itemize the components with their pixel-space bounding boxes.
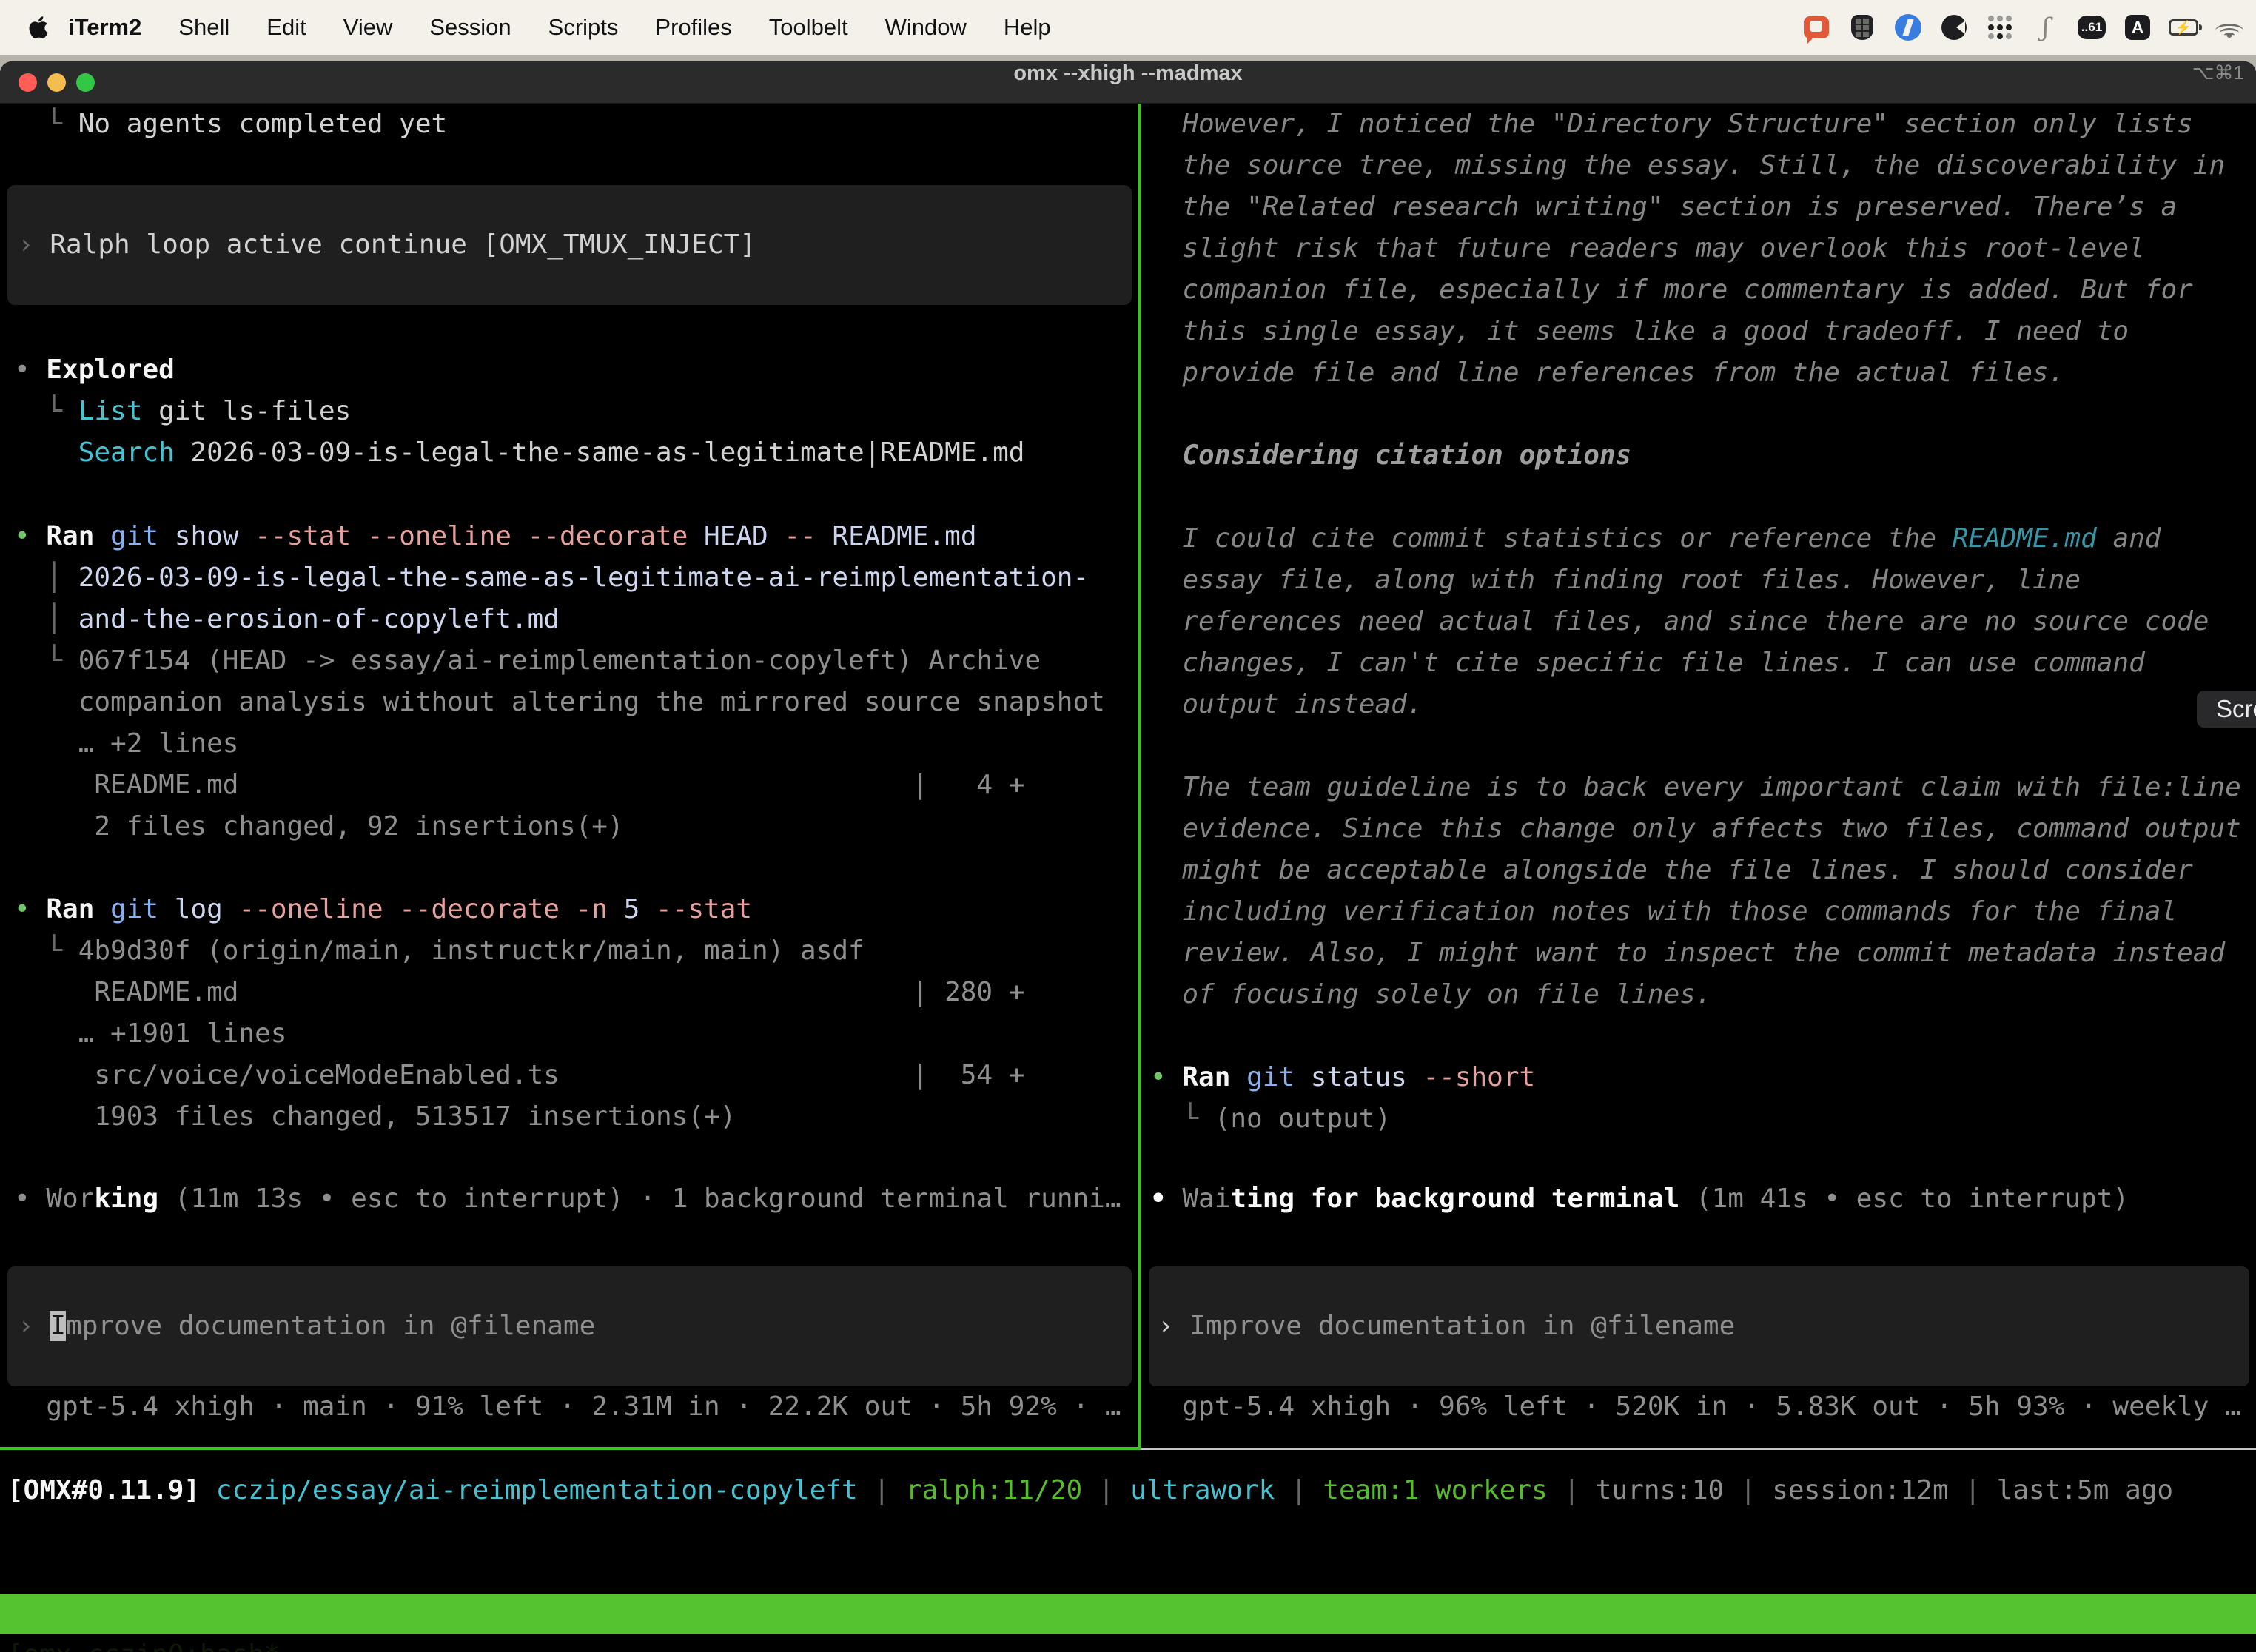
git-log-output-commit: └ 4b9d30f (origin/main, instructkr/main,… bbox=[14, 930, 1138, 972]
reasoning-para3-line4: including verification notes with those … bbox=[1150, 891, 2256, 933]
apple-menu[interactable] bbox=[0, 15, 68, 40]
bolt-circle-icon[interactable] bbox=[1893, 13, 1923, 42]
reasoning-para1-line4: slight risk that future readers may over… bbox=[1150, 228, 2256, 269]
tmux-session-window-label: [omx-cczip0:bash* bbox=[7, 1634, 280, 1652]
right-prompt-input[interactable]: › Improve documentation in @filename bbox=[1149, 1266, 2249, 1386]
git-show-output-msg: companion analysis without altering the … bbox=[14, 682, 1138, 723]
window-shortcut-badge: ⌥⌘1 bbox=[2192, 61, 2244, 84]
git-show-stat-summary: 2 files changed, 92 insertions(+) bbox=[14, 806, 1138, 847]
window-title: omx --xhigh --madmax bbox=[0, 61, 2256, 86]
right-agent-pane[interactable]: However, I noticed the "Directory Struct… bbox=[1141, 104, 2256, 1447]
menu-item-scripts[interactable]: Scripts bbox=[530, 14, 637, 41]
git-log-more-lines: … +1901 lines bbox=[14, 1013, 1138, 1055]
apple-icon bbox=[28, 15, 49, 40]
screen-overlay-button[interactable]: Scre bbox=[2197, 691, 2256, 728]
omx-status-line: [OMX#0.11.9] cczip/essay/ai-reimplementa… bbox=[7, 1470, 2173, 1511]
iterm2-window: omx --xhigh --madmax ⌥⌘1 └ No agents com… bbox=[0, 61, 2256, 1652]
reasoning-para3-line5: review. Also, I might want to inspect th… bbox=[1150, 933, 2256, 974]
reasoning-para3-line2: evidence. Since this change only affects… bbox=[1150, 808, 2256, 850]
menu-item-window[interactable]: Window bbox=[867, 14, 985, 41]
left-no-agents-line: └ No agents completed yet bbox=[14, 104, 1138, 145]
git-show-output-commit: └ 067f154 (HEAD -> essay/ai-reimplementa… bbox=[14, 640, 1138, 682]
text-replacement-a-icon[interactable]: A bbox=[2123, 13, 2152, 42]
reasoning-para2-line1: I could cite commit statistics or refere… bbox=[1150, 518, 2256, 560]
explored-list-line: └ List git ls-files bbox=[14, 391, 1138, 432]
title-bar[interactable]: omx --xhigh --madmax ⌥⌘1 bbox=[0, 61, 2256, 104]
left-model-status-line: gpt-5.4 xhigh · main · 91% left · 2.31M … bbox=[14, 1386, 1138, 1428]
git-log-stat-voice: src/voice/voiceModeEnabled.ts | 54 + bbox=[14, 1055, 1138, 1096]
ralph-loop-prompt: › Ralph loop active continue [OMX_TMUX_I… bbox=[18, 224, 1132, 266]
ran-git-status-command: • Ran git status --short bbox=[1150, 1057, 2256, 1098]
git-show-arg-line-2: │ and-the-erosion-of-copyleft.md bbox=[14, 599, 1138, 640]
right-prompt-text: › Improve documentation in @filename bbox=[1158, 1306, 2249, 1347]
ran-git-log-command: • Ran git log --oneline --decorate -n 5 … bbox=[14, 889, 1138, 930]
left-prompt-input[interactable]: › Improve documentation in @filename bbox=[7, 1266, 1132, 1386]
menu-item-toolbelt[interactable]: Toolbelt bbox=[751, 14, 867, 41]
git-show-stat-readme: README.md | 4 + bbox=[14, 765, 1138, 806]
menu-items: iTerm2 Shell Edit View Session Scripts P… bbox=[0, 14, 1070, 41]
reasoning-para1-line5: companion file, especially if more comme… bbox=[1150, 269, 2256, 311]
git-show-more-lines: … +2 lines bbox=[14, 723, 1138, 765]
right-model-status-line: gpt-5.4 xhigh · 96% left · 520K in · 5.8… bbox=[1150, 1386, 2256, 1428]
menu-item-profiles[interactable]: Profiles bbox=[637, 14, 750, 41]
menu-item-help[interactable]: Help bbox=[985, 14, 1070, 41]
reasoning-para1-line3: the "Related research writing" section i… bbox=[1150, 187, 2256, 228]
hook-icon[interactable]: ʃ bbox=[2031, 13, 2061, 42]
shield-icon[interactable] bbox=[1847, 13, 1877, 42]
battery-icon[interactable]: ⚡ bbox=[2169, 13, 2198, 42]
battery-percent-badge-icon[interactable]: ..61 bbox=[2077, 13, 2106, 42]
reasoning-para1-line6: this single essay, it seems like a good … bbox=[1150, 311, 2256, 352]
reasoning-para2-line5: output instead. bbox=[1150, 684, 2256, 725]
reasoning-heading: Considering citation options bbox=[1150, 435, 2256, 477]
menu-status-icons: ʃ ..61 A ⚡ bbox=[1802, 13, 2256, 42]
reasoning-para1-line2: the source tree, missing the essay. Stil… bbox=[1150, 145, 2256, 187]
git-log-stat-readme: README.md | 280 + bbox=[14, 972, 1138, 1013]
git-status-no-output: └ (no output) bbox=[1150, 1098, 2256, 1140]
working-status-line: • Working (11m 13s • esc to interrupt) ·… bbox=[14, 1178, 1138, 1220]
reasoning-para3-line3: might be acceptable alongside the file l… bbox=[1150, 850, 2256, 891]
reasoning-para3-line1: The team guideline is to back every impo… bbox=[1150, 767, 2256, 808]
reasoning-para3-line6: of focusing solely on file lines. bbox=[1150, 974, 2256, 1015]
reasoning-para1-line7: provide file and line references from th… bbox=[1150, 352, 2256, 394]
menu-item-iterm2[interactable]: iTerm2 bbox=[68, 14, 160, 41]
left-prompt-text: › Improve documentation in @filename bbox=[18, 1306, 1132, 1347]
explored-search-line: Search 2026-03-09-is-legal-the-same-as-l… bbox=[14, 432, 1138, 474]
ran-git-show-command: • Ran git show --stat --oneline --decora… bbox=[14, 516, 1138, 557]
reasoning-para1-line1: However, I noticed the "Directory Struct… bbox=[1150, 104, 2256, 145]
wifi-icon[interactable] bbox=[2215, 13, 2244, 42]
menu-item-edit[interactable]: Edit bbox=[248, 14, 324, 41]
menu-item-session[interactable]: Session bbox=[411, 14, 529, 41]
omx-status-pane: [OMX#0.11.9] cczip/essay/ai-reimplementa… bbox=[0, 1450, 2256, 1594]
tmux-status-bar: [omx-cczip0:bash* "MacBook-Pro-44.local"… bbox=[0, 1594, 2256, 1634]
chat-app-icon[interactable] bbox=[1802, 13, 1831, 42]
reasoning-para2-line3: references need actual files, and since … bbox=[1150, 601, 2256, 642]
git-show-arg-line-1: │ 2026-03-09-is-legal-the-same-as-legiti… bbox=[14, 557, 1138, 599]
reasoning-para2-line4: changes, I can't cite specific file line… bbox=[1150, 642, 2256, 684]
waiting-status-line: • Waiting for background terminal (1m 41… bbox=[1150, 1178, 2256, 1220]
dots-grid-icon[interactable] bbox=[1985, 13, 2015, 42]
explored-header: • Explored bbox=[14, 349, 1138, 391]
menu-bar: iTerm2 Shell Edit View Session Scripts P… bbox=[0, 0, 2256, 55]
ralph-loop-input-box[interactable]: › Ralph loop active continue [OMX_TMUX_I… bbox=[7, 185, 1132, 305]
left-agent-pane[interactable]: └ No agents completed yet › Ralph loop a… bbox=[0, 104, 1138, 1447]
notch-circle-icon[interactable] bbox=[1939, 13, 1969, 42]
reasoning-para2-line2: essay file, along with finding root file… bbox=[1150, 560, 2256, 601]
git-log-stat-summary: 1903 files changed, 513517 insertions(+) bbox=[14, 1096, 1138, 1138]
menu-item-shell[interactable]: Shell bbox=[160, 14, 248, 41]
menu-item-view[interactable]: View bbox=[325, 14, 412, 41]
